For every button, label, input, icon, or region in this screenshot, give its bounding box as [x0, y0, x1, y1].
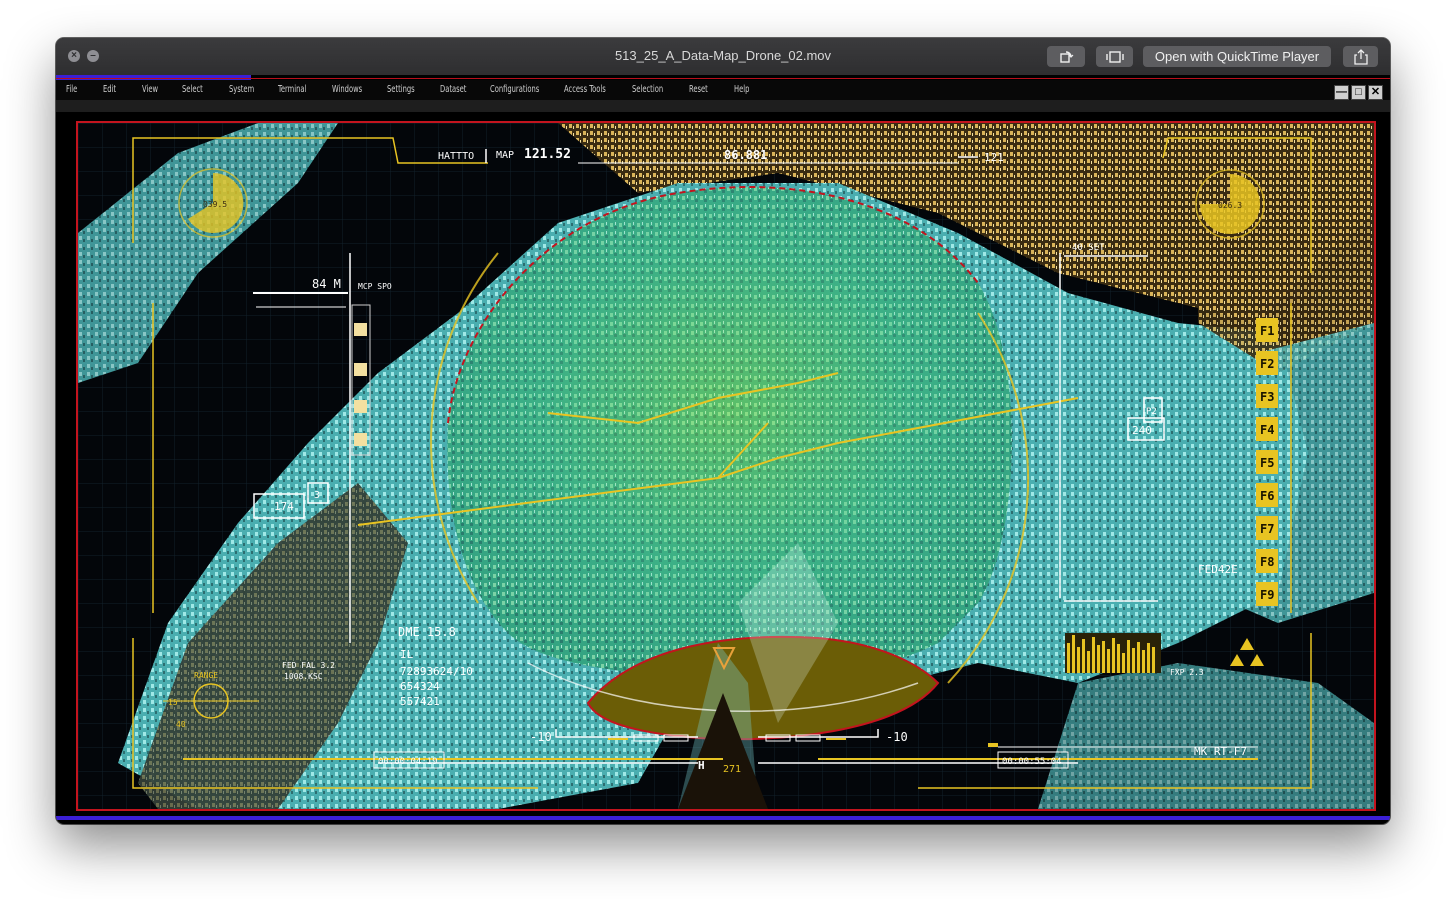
menu-item-help[interactable]: Help — [734, 84, 749, 95]
altitude-value: 84 M — [312, 277, 341, 291]
menu-item-edit[interactable]: Edit — [103, 84, 116, 95]
hatt-label: HATTTO — [438, 151, 474, 162]
fkey-f4-label: F4 — [1260, 423, 1274, 437]
mcp-label: MCP SPO — [358, 282, 392, 291]
menu-item-selection[interactable]: Selection — [632, 84, 663, 95]
heading-letter: H — [698, 759, 705, 772]
side-box-small: 3 — [314, 490, 320, 501]
fkey-f7-label: F7 — [1260, 522, 1274, 536]
trim-icon — [1105, 51, 1124, 63]
menu-item-system[interactable]: System — [229, 84, 254, 95]
rotate-icon — [1060, 51, 1074, 63]
code-line-2: 654324 — [400, 680, 440, 693]
red-divider — [56, 78, 1390, 79]
fkey-f1-label: F1 — [1260, 324, 1274, 338]
map-value: 121.52 — [524, 147, 571, 162]
fkey-f2-label: F2 — [1260, 357, 1274, 371]
menu-item-windows[interactable]: Windows — [332, 84, 362, 95]
inner-close-button[interactable]: ✕ — [1368, 85, 1383, 100]
map-label: MAP — [496, 150, 514, 161]
menu-item-file[interactable]: File — [66, 84, 77, 95]
menu-item-access-tools[interactable]: Access Tools — [564, 84, 606, 95]
fkey-f3-label: F3 — [1260, 390, 1274, 404]
heading-value: 271 — [723, 764, 741, 775]
quicktime-window: × – 513_25_A_Data-Map_Drone_02.mov Open … — [56, 38, 1390, 824]
code-line-3: 557421 — [400, 695, 440, 708]
right-dial-value: 026.3 — [1218, 201, 1242, 210]
right-box-small: P2 — [1146, 407, 1157, 417]
inner-maximize-button[interactable]: □ — [1351, 85, 1366, 100]
code-line-1: 72893624/10 — [400, 665, 473, 678]
function-key-panel: F1 F2 F3 F4 F5 F6 F7 F8 F9 — [1256, 318, 1278, 606]
rotate-button[interactable] — [1047, 46, 1085, 67]
right-dial: 026.3 — [1195, 169, 1265, 239]
left-small-value-2: 15 — [168, 698, 178, 707]
fed-sub: 1008.KSC — [284, 672, 323, 681]
timecode-right: 00:00:55:04 — [1002, 757, 1062, 767]
range-label: RANGE — [194, 671, 218, 680]
top-right-value: 121 — [984, 151, 1004, 164]
center-value: 86.881 — [724, 148, 767, 162]
scale-right-label: -10 — [886, 730, 908, 744]
trim-button[interactable] — [1096, 46, 1133, 67]
fkey-f6-label: F6 — [1260, 489, 1274, 503]
timecode-left: 00:00:04:19 — [378, 757, 438, 767]
bottom-accent-strip — [56, 816, 1390, 820]
video-menu-bar: File Edit View Select System Terminal Wi… — [56, 80, 1390, 100]
tool-strip — [56, 100, 1390, 112]
fed-label: FED FAL 3.2 — [282, 661, 335, 670]
menu-item-dataset[interactable]: Dataset — [440, 84, 466, 95]
menu-item-configurations[interactable]: Configurations — [490, 84, 539, 95]
left-dial-value: 039.5 — [203, 200, 227, 209]
menu-item-reset[interactable]: Reset — [689, 84, 708, 95]
il-label: IL — [400, 648, 414, 661]
share-button[interactable] — [1343, 46, 1378, 67]
title-bar: × – 513_25_A_Data-Map_Drone_02.mov Open … — [56, 38, 1390, 76]
menu-item-view[interactable]: View — [142, 84, 158, 95]
right-box-value: 240 — [1132, 424, 1152, 437]
scale-left-label: -10 — [530, 730, 552, 744]
left-small-value: 40 — [176, 720, 186, 729]
fkey-f5-label: F5 — [1260, 456, 1274, 470]
open-with-quicktime-button[interactable]: Open with QuickTime Player — [1143, 46, 1331, 67]
side-box-value: 174 — [274, 500, 294, 513]
fkey-f9-label: F9 — [1260, 588, 1274, 602]
menu-item-settings[interactable]: Settings — [387, 84, 415, 95]
dme-label: DME 15.8 — [398, 625, 456, 639]
share-icon — [1353, 49, 1368, 65]
fxp-label: FXP 2.3 — [1170, 668, 1204, 677]
inner-minimize-button[interactable]: — — [1334, 85, 1349, 100]
menu-item-terminal[interactable]: Terminal — [278, 84, 306, 95]
menu-item-select[interactable]: Select — [182, 84, 203, 95]
fkey-f8-label: F8 — [1260, 555, 1274, 569]
fed-code: FED42E — [1198, 563, 1238, 576]
drone-map-viewport: 039.5 026.3 HATTTO MAP 121.52 86.881 121… — [76, 121, 1376, 811]
set-label: 40 SET — [1072, 243, 1105, 253]
hud-canvas: 039.5 026.3 HATTTO MAP 121.52 86.881 121… — [78, 123, 1374, 809]
